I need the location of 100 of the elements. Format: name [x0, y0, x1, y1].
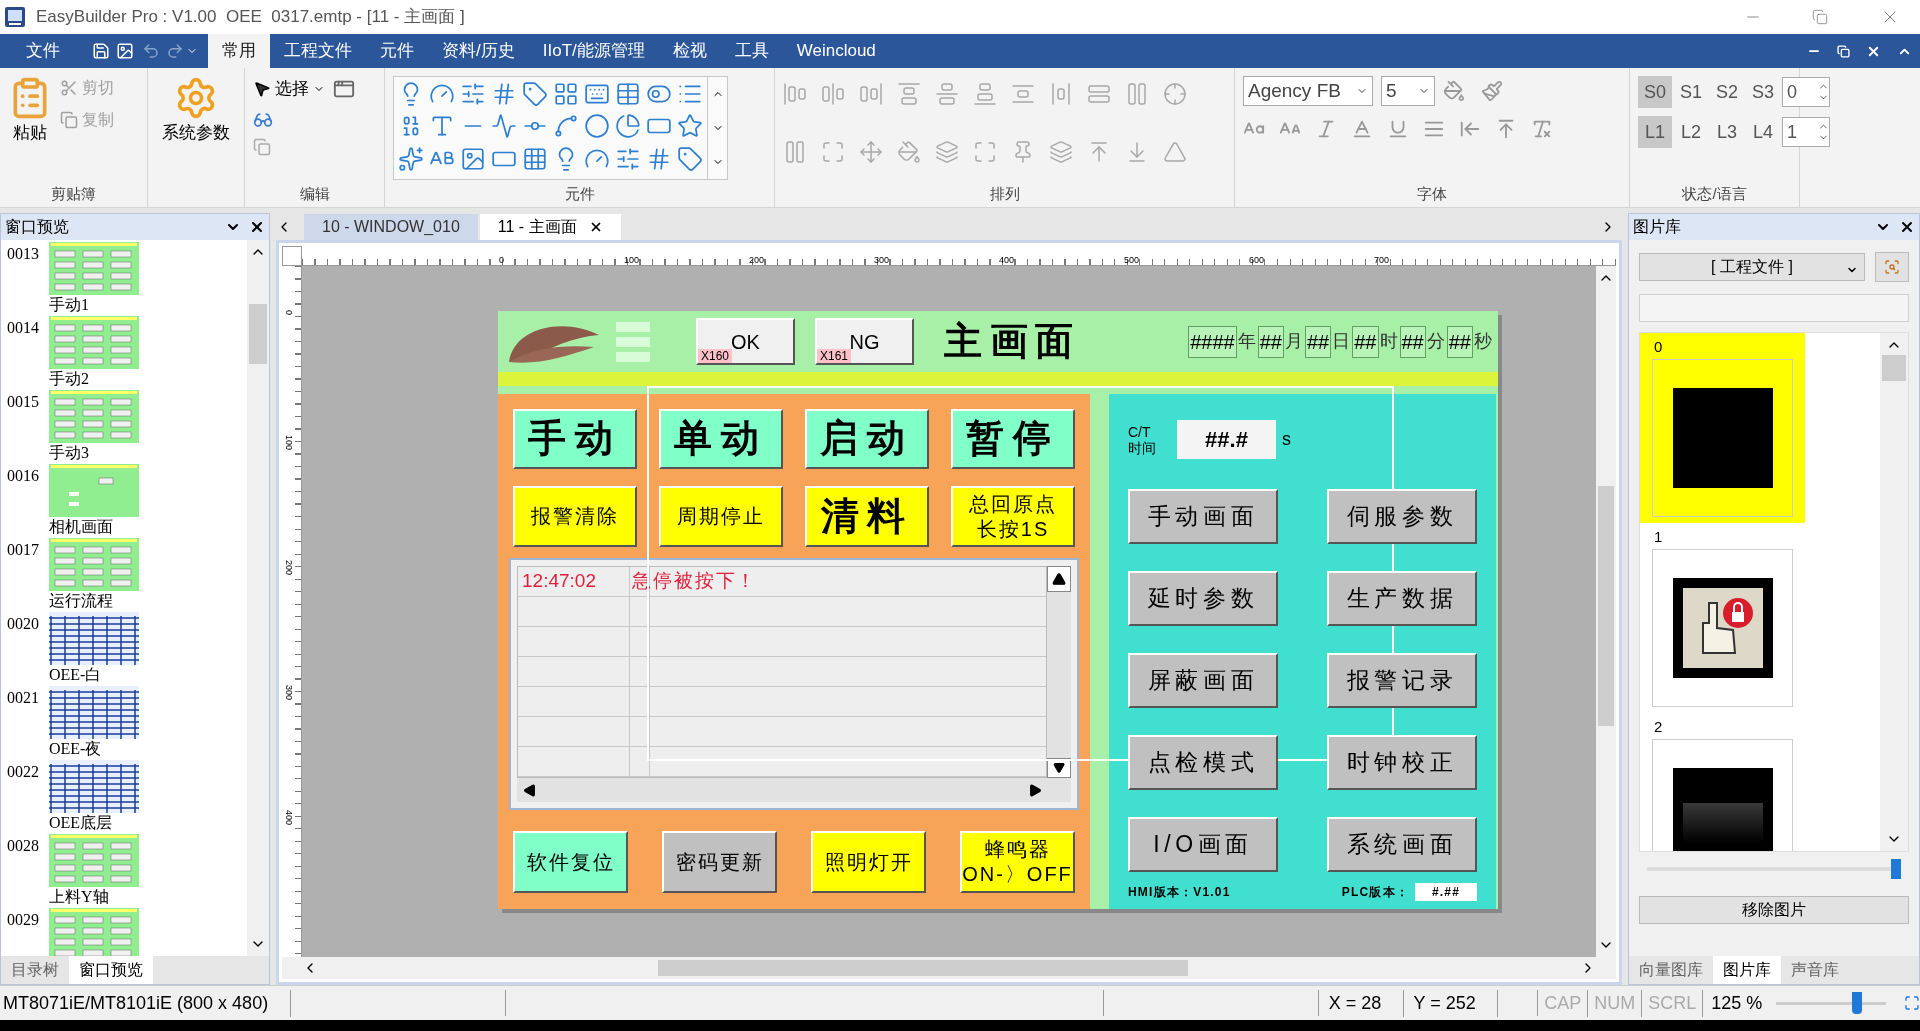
state-button[interactable]: S3	[1746, 76, 1780, 108]
language-button[interactable]: L4	[1746, 116, 1780, 148]
window-item[interactable]: 0022 OEE底层	[1, 760, 139, 834]
ruler-label: 700	[1373, 255, 1390, 265]
cycle-time-field: ##.#	[1177, 420, 1276, 459]
hmi-button[interactable]: 启动	[805, 409, 929, 469]
menu-tab[interactable]: 工具	[720, 34, 783, 68]
window-item[interactable]: 0014 手动2	[1, 316, 139, 390]
image-index: 0	[1653, 339, 1664, 355]
language-button[interactable]: L2	[1674, 116, 1708, 148]
hmi-button[interactable]: 照明灯开	[811, 831, 926, 893]
nav-button[interactable]: 系统画面	[1327, 817, 1477, 872]
window-item[interactable]: 0028 上料Y轴	[1, 834, 139, 908]
alarm-time: 12:47:02	[522, 570, 596, 591]
menu-tab[interactable]: Weincloud	[782, 34, 890, 68]
plc-version-field: #.##	[1415, 883, 1477, 901]
group-label: 状态/语言	[1682, 183, 1747, 204]
system-params-button[interactable]: 系统参数	[156, 76, 236, 181]
language-button[interactable]: L3	[1710, 116, 1744, 148]
group-label: 元件	[564, 183, 595, 204]
hmi-button[interactable]: 软件复位	[513, 831, 628, 893]
window-item[interactable]: 0013 手动1	[1, 242, 139, 316]
hmi-button[interactable]: 蜂鸣器 ON-〉OFF	[960, 831, 1075, 893]
font-size-select[interactable]: 5	[1381, 76, 1435, 106]
image-item[interactable]: 0	[1640, 333, 1805, 523]
window-item[interactable]: 0021 OEE-夜	[1, 686, 139, 760]
window-item[interactable]: 0020 OEE-白	[1, 612, 139, 686]
ruler-label: 100	[623, 255, 640, 265]
ruler-label: 400	[998, 255, 1015, 265]
language-button[interactable]: L1	[1638, 116, 1672, 148]
menu-tab[interactable]: 资料/历史	[428, 34, 529, 68]
hmi-button[interactable]: 周期停止	[659, 486, 783, 547]
paste-button[interactable]: 粘贴	[8, 76, 52, 181]
window-item[interactable]: 0017 运行流程	[1, 538, 139, 612]
window-number: 0028	[6, 836, 40, 856]
ruler-label: 0	[284, 310, 294, 315]
nav-button[interactable]: 伺服参数	[1327, 489, 1477, 544]
window-item[interactable]: 0029	[1, 908, 139, 956]
hmi-button[interactable]: 手动	[513, 409, 637, 469]
window-name: 手动1	[49, 295, 90, 315]
nav-button[interactable]: 手动画面	[1128, 489, 1278, 544]
menu-tab[interactable]: 工程文件	[270, 34, 366, 68]
window-number: 0014	[6, 318, 40, 338]
hmi-version: HMI版本：V1.01	[1128, 884, 1231, 901]
panel-tab[interactable]: 向量图库	[1629, 956, 1713, 984]
nav-button[interactable]: 屏蔽画面	[1128, 653, 1278, 708]
window-item[interactable]: 0016 相机画面	[1, 464, 139, 538]
hmi-button[interactable]: 单动	[659, 409, 783, 469]
language-field[interactable]: 1	[1782, 117, 1830, 147]
ruler-label: 100	[284, 435, 294, 451]
state-button[interactable]: S0	[1638, 76, 1672, 108]
document-tab[interactable]: 11 - 主画面	[479, 214, 621, 240]
file-menu[interactable]: 文件	[0, 34, 86, 68]
plc-version-label: PLC版本：	[1341, 884, 1409, 901]
nav-button[interactable]: I/O画面	[1128, 817, 1278, 872]
cycle-time-label: C/T	[1128, 423, 1152, 440]
menu-tab[interactable]: 元件	[366, 34, 428, 68]
panel-tab[interactable]: 声音库	[1781, 956, 1849, 984]
unit-label: s	[1282, 428, 1291, 451]
hmi-button[interactable]: 清料	[805, 486, 929, 547]
ruler-label: 300	[873, 255, 890, 265]
font-family-select[interactable]: Agency FB	[1243, 76, 1373, 106]
state-field[interactable]: 0	[1782, 77, 1830, 107]
nav-button[interactable]: 生产数据	[1327, 571, 1477, 626]
image-index: 2	[1653, 719, 1664, 735]
panel-tab[interactable]: 图片库	[1713, 956, 1781, 984]
state-button[interactable]: S1	[1674, 76, 1708, 108]
state-button[interactable]: S2	[1710, 76, 1744, 108]
y-coordinate: Y = 252	[1403, 989, 1499, 1017]
window-name: 上料Y轴	[49, 887, 110, 907]
lamp-button[interactable]: OK X160	[696, 318, 795, 365]
menu-tab[interactable]: IIoT/能源管理	[528, 34, 659, 68]
hmi-button[interactable]: 暂停	[951, 409, 1075, 469]
hmi-button[interactable]: 报警清除	[513, 486, 637, 547]
source-select[interactable]: [ 工程文件 ]	[1639, 253, 1865, 281]
window-item[interactable]: 0015 手动3	[1, 390, 139, 464]
window-number: 0022	[6, 762, 40, 782]
document-tab[interactable]: 10 - WINDOW_010	[304, 214, 478, 240]
window-number: 0020	[6, 614, 40, 634]
window-number: 0015	[6, 392, 40, 412]
hmi-button[interactable]: 密码更新	[662, 831, 777, 893]
group-label: 编辑	[299, 183, 330, 204]
select-button[interactable]: 选择	[253, 76, 325, 102]
lamp-button[interactable]: NG X161	[815, 318, 914, 365]
datetime-field: ##	[1446, 325, 1473, 358]
nav-button[interactable]: 延时参数	[1128, 571, 1278, 626]
nav-button[interactable]: 点检模式	[1128, 735, 1278, 790]
panel-title: 图片库	[1633, 217, 1682, 237]
remove-image-button[interactable]: 移除图片	[1639, 896, 1909, 924]
window-number: 0029	[6, 910, 40, 930]
menu-tab[interactable]: 检视	[658, 34, 721, 68]
group-label: 排列	[989, 183, 1020, 204]
nav-button[interactable]: 时钟校正	[1327, 735, 1477, 790]
panel-tab[interactable]: 目录树	[1, 956, 69, 984]
nav-button[interactable]: 报警记录	[1327, 653, 1477, 708]
menu-tab[interactable]: 常用	[208, 34, 270, 68]
address-tag: X161	[817, 349, 852, 363]
hmi-button[interactable]: 总回原点 长按1S	[951, 486, 1075, 547]
panel-tab[interactable]: 窗口预览	[69, 956, 153, 984]
datetime-field: ##	[1352, 325, 1379, 358]
